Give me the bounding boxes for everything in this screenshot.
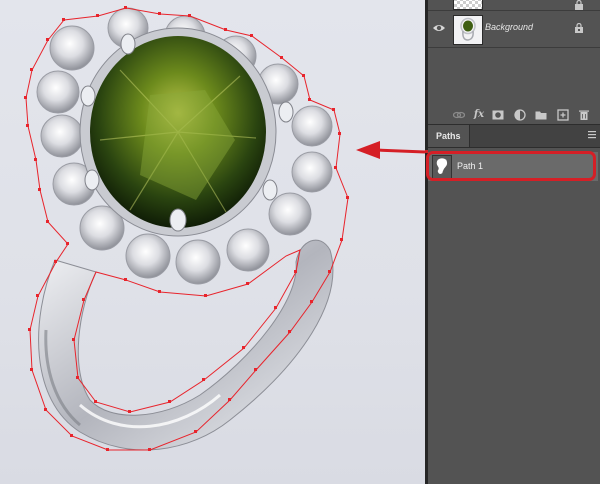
- layer-row-background[interactable]: Background: [428, 11, 600, 48]
- annotation-arrow: [356, 141, 425, 159]
- lock-icon: [575, 23, 583, 33]
- new-layer-icon[interactable]: [557, 109, 569, 121]
- layer-name: Background: [485, 22, 534, 32]
- paths-panel-header: Paths: [428, 124, 600, 148]
- link-icon[interactable]: [453, 109, 465, 121]
- tab-paths[interactable]: Paths: [428, 125, 470, 147]
- folder-icon[interactable]: [535, 109, 547, 121]
- fx-icon[interactable]: fx: [473, 109, 485, 121]
- document-canvas[interactable]: [0, 0, 425, 484]
- layer-thumbnail-ring: [453, 15, 483, 45]
- visibility-eye-icon[interactable]: [433, 22, 445, 34]
- path-highlight-box: [426, 151, 596, 181]
- trash-icon[interactable]: [578, 109, 590, 121]
- panel-menu-icon[interactable]: [588, 130, 596, 140]
- lock-icon: [575, 0, 583, 10]
- mask-icon[interactable]: [492, 109, 504, 121]
- layers-and-paths-panel: Background fx Paths Path 1: [428, 0, 600, 484]
- layers-toolbar: fx: [428, 106, 600, 124]
- ring-thumbnail-image: [460, 17, 476, 41]
- layer-row-top[interactable]: [428, 0, 600, 11]
- center-gemstone: [79, 27, 277, 237]
- layer-thumbnail-transparent: [453, 0, 483, 10]
- adjustment-icon[interactable]: [514, 109, 526, 121]
- ring-photo: [24, 6, 425, 451]
